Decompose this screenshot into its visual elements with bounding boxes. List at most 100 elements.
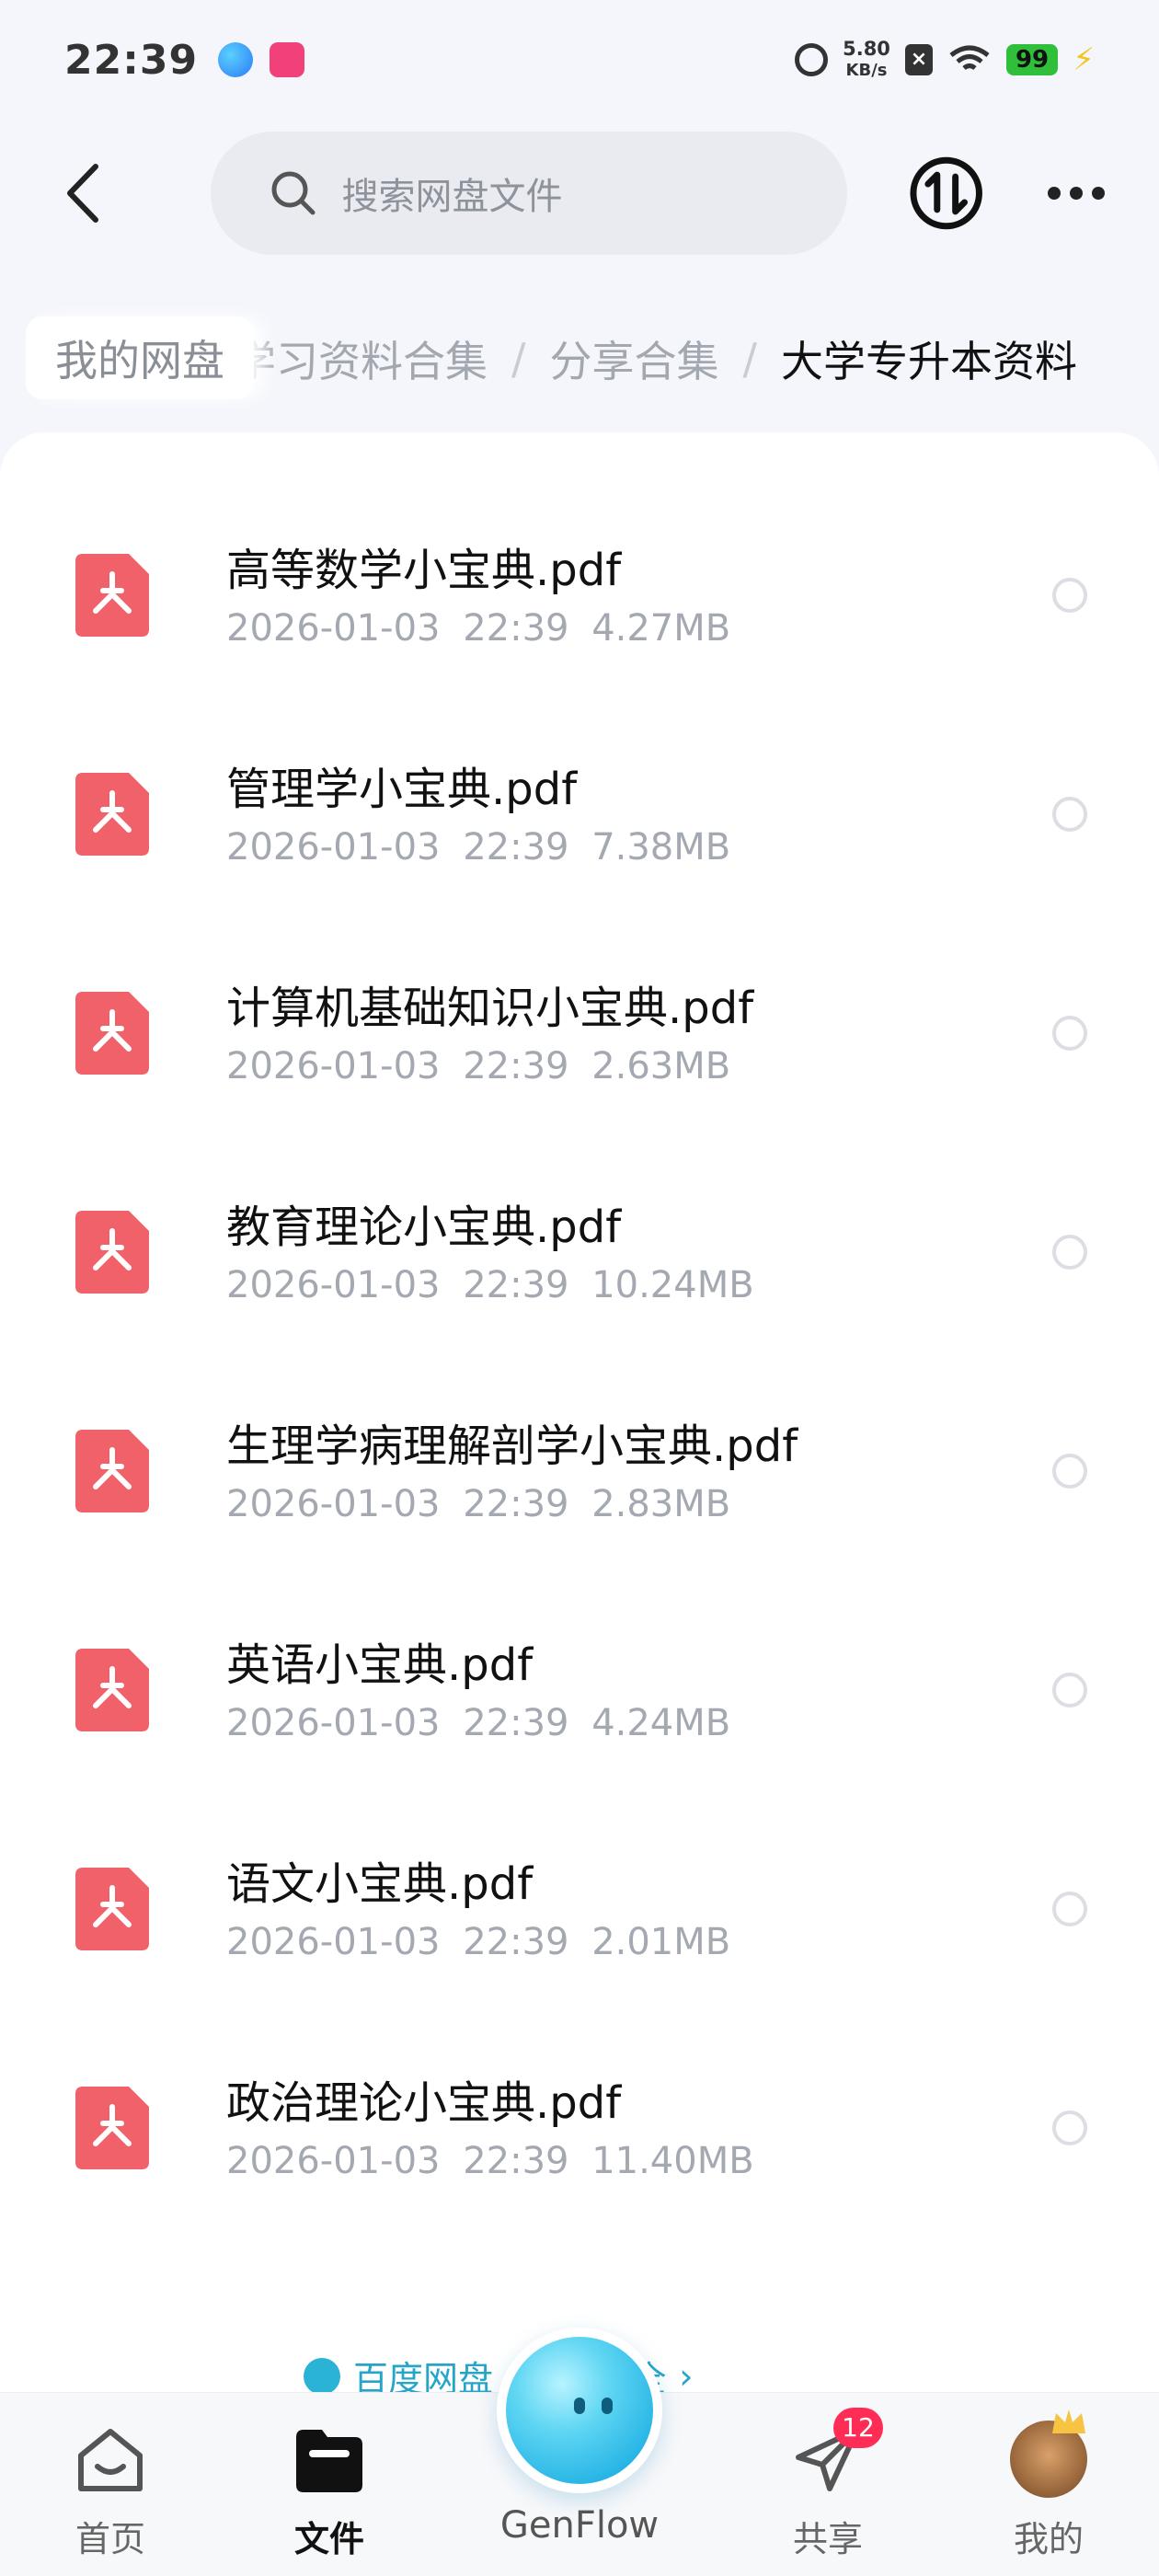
select-radio[interactable] xyxy=(1052,1016,1087,1051)
orb-eye-icon xyxy=(574,2398,585,2414)
file-row[interactable]: 高等数学小宝典.pdf 2026-01-03 22:39 4.27MB xyxy=(0,469,1159,688)
file-size: 2.83MB xyxy=(591,1483,731,1525)
status-indicators: 5.80 KB/s × 99 ⚡ xyxy=(795,39,1095,81)
search-input[interactable]: 搜索网盘文件 xyxy=(211,132,848,255)
top-bar: 搜索网盘文件 xyxy=(0,129,1159,258)
file-name: 政治理论小宝典.pdf xyxy=(226,2077,622,2129)
file-date: 2026-01-03 xyxy=(226,2140,441,2182)
breadcrumb: 我的网盘 学习资料合集 / 分享合集 / 大学专升本资料 xyxy=(0,304,1159,414)
pdf-file-icon xyxy=(75,1430,149,1512)
avatar-wrap xyxy=(1010,2409,1087,2498)
file-meta: 2026-01-03 22:39 2.83MB xyxy=(226,1483,730,1525)
pdf-file-icon xyxy=(75,1868,149,1950)
charging-icon: ⚡ xyxy=(1073,41,1095,78)
select-radio[interactable] xyxy=(1052,2110,1087,2145)
tab-home[interactable]: 首页 xyxy=(18,2393,202,2576)
file-meta: 2026-01-03 22:39 7.38MB xyxy=(226,826,730,868)
file-date: 2026-01-03 xyxy=(226,1045,441,1087)
search-placeholder: 搜索网盘文件 xyxy=(341,176,563,218)
chevron-right-icon: › xyxy=(679,2355,694,2397)
alarm-icon xyxy=(795,43,829,76)
file-name: 计算机基础知识小宝典.pdf xyxy=(226,983,754,1034)
transfer-list-button[interactable] xyxy=(908,155,984,232)
file-name: 教育理论小宝典.pdf xyxy=(226,1202,622,1253)
file-size: 10.24MB xyxy=(591,1264,754,1306)
tab-files[interactable]: 文件 xyxy=(237,2393,421,2576)
folder-icon xyxy=(296,2430,362,2492)
file-meta: 2026-01-03 22:39 2.01MB xyxy=(226,1921,730,1963)
network-speed-unit: KB/s xyxy=(845,61,888,80)
file-list: 高等数学小宝典.pdf 2026-01-03 22:39 4.27MB 管理学小宝典… xyxy=(0,432,1159,2392)
notification-icons xyxy=(218,42,305,77)
pdf-file-icon xyxy=(75,773,149,856)
pdf-file-icon xyxy=(75,2087,149,2169)
pdf-file-icon xyxy=(75,1211,149,1294)
select-radio[interactable] xyxy=(1052,797,1087,832)
select-radio[interactable] xyxy=(1052,1892,1087,1926)
back-arrow-icon xyxy=(66,164,98,223)
file-name: 语文小宝典.pdf xyxy=(226,1858,534,1910)
file-date: 2026-01-03 xyxy=(226,1264,441,1306)
breadcrumb-root[interactable]: 我的网盘 xyxy=(26,316,254,399)
file-size: 7.38MB xyxy=(591,826,731,868)
breadcrumb-current: 大学专升本资料 xyxy=(781,337,1077,386)
tab-share-label: 共享 xyxy=(792,2519,863,2559)
wifi-icon xyxy=(949,45,990,71)
tab-files-label: 文件 xyxy=(293,2519,364,2559)
share-tab-icon-wrap: 12 xyxy=(789,2408,883,2498)
network-speed: 5.80 KB/s xyxy=(843,39,890,81)
file-row[interactable]: 计算机基础知识小宝典.pdf 2026-01-03 22:39 2.63MB xyxy=(0,907,1159,1126)
share-badge: 12 xyxy=(833,2408,883,2448)
search-icon xyxy=(271,171,316,215)
select-radio[interactable] xyxy=(1052,1454,1087,1489)
tab-mine[interactable]: 我的 xyxy=(957,2393,1141,2576)
network-speed-value: 5.80 xyxy=(843,38,890,60)
file-meta: 2026-01-03 22:39 2.63MB xyxy=(226,1045,730,1087)
file-size: 4.24MB xyxy=(591,1702,731,1744)
more-dot-icon xyxy=(1070,187,1084,200)
pdf-file-icon xyxy=(75,992,149,1075)
file-row[interactable]: 生理学病理解剖学小宝典.pdf 2026-01-03 22:39 2.83MB xyxy=(0,1345,1159,1564)
breadcrumb-item[interactable]: 学习资料合集 xyxy=(234,328,488,389)
file-time: 22:39 xyxy=(463,1264,569,1306)
more-dot-icon xyxy=(1092,187,1106,200)
genflow-button[interactable] xyxy=(497,2328,662,2493)
baidu-netdisk-notification-icon xyxy=(218,42,254,77)
file-time: 22:39 xyxy=(463,826,569,868)
file-row[interactable]: 英语小宝典.pdf 2026-01-03 22:39 4.24MB xyxy=(0,1564,1159,1783)
file-row[interactable]: 政治理论小宝典.pdf 2026-01-03 22:39 11.40MB xyxy=(0,2002,1159,2221)
tab-mine-label: 我的 xyxy=(1013,2519,1084,2559)
breadcrumb-track: 学习资料合集 / 分享合集 / 大学专升本资料 xyxy=(234,304,1077,414)
baidu-netdisk-logo-icon xyxy=(304,2357,340,2395)
file-size: 2.01MB xyxy=(591,1921,731,1963)
file-time: 22:39 xyxy=(463,607,569,650)
breadcrumb-separator: / xyxy=(742,334,758,384)
tab-share[interactable]: 12 共享 xyxy=(736,2393,920,2576)
file-time: 22:39 xyxy=(463,1702,569,1744)
more-options-button[interactable] xyxy=(1040,156,1113,230)
file-time: 22:39 xyxy=(463,1483,569,1525)
file-date: 2026-01-03 xyxy=(226,826,441,868)
pdf-file-icon xyxy=(75,554,149,637)
file-meta: 2026-01-03 22:39 10.24MB xyxy=(226,1264,754,1306)
file-date: 2026-01-03 xyxy=(226,1921,441,1963)
home-icon xyxy=(78,2429,143,2491)
file-time: 22:39 xyxy=(463,1045,569,1087)
select-radio[interactable] xyxy=(1052,578,1087,613)
genflow-label: GenFlow xyxy=(499,2504,660,2547)
breadcrumb-item[interactable]: 分享合集 xyxy=(550,328,719,389)
no-sim-icon: × xyxy=(904,44,933,75)
back-button[interactable] xyxy=(46,156,119,230)
file-name: 管理学小宝典.pdf xyxy=(226,764,578,815)
orb-eye-icon xyxy=(602,2398,613,2414)
file-row[interactable]: 管理学小宝典.pdf 2026-01-03 22:39 7.38MB xyxy=(0,688,1159,907)
status-time: 22:39 xyxy=(64,36,199,84)
file-meta: 2026-01-03 22:39 11.40MB xyxy=(226,2140,754,2182)
file-row[interactable]: 教育理论小宝典.pdf 2026-01-03 22:39 10.24MB xyxy=(0,1126,1159,1345)
select-radio[interactable] xyxy=(1052,1673,1087,1708)
file-date: 2026-01-03 xyxy=(226,1483,441,1525)
file-name: 生理学病理解剖学小宝典.pdf xyxy=(226,1420,798,1472)
file-row[interactable]: 语文小宝典.pdf 2026-01-03 22:39 2.01MB xyxy=(0,1783,1159,2002)
select-radio[interactable] xyxy=(1052,1235,1087,1270)
file-size: 11.40MB xyxy=(591,2140,754,2182)
